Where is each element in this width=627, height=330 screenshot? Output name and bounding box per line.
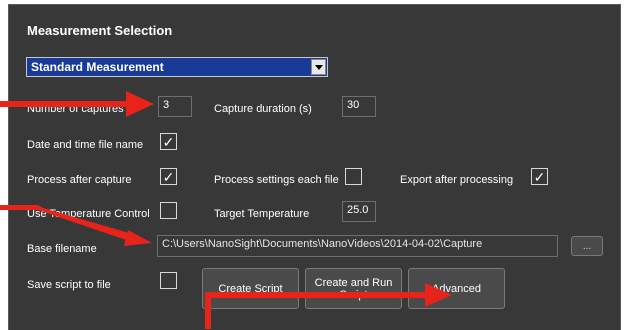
process-after-capture-label: Process after capture — [27, 174, 132, 186]
chevron-down-icon[interactable] — [311, 59, 326, 75]
measurement-select[interactable]: Standard Measurement — [26, 57, 328, 77]
export-after-processing-label: Export after processing — [400, 174, 514, 186]
advanced-button[interactable]: Advanced — [408, 268, 505, 309]
capture-duration-field[interactable]: 30 — [342, 96, 376, 117]
capture-duration-label: Capture duration (s) — [214, 103, 312, 115]
export-after-processing-checkbox[interactable]: ✓ — [531, 168, 548, 185]
process-settings-each-file-label: Process settings each file — [214, 174, 339, 186]
process-settings-each-file-checkbox[interactable] — [345, 168, 362, 185]
target-temperature-label: Target Temperature — [214, 208, 310, 220]
base-filename-field[interactable]: C:\Users\NanoSight\Documents\NanoVideos\… — [157, 235, 558, 257]
date-time-filename-label: Date and time file name — [27, 139, 144, 151]
create-script-button[interactable]: Create Script — [202, 268, 299, 309]
date-time-filename-checkbox[interactable]: ✓ — [160, 133, 177, 150]
base-filename-label: Base filename — [27, 243, 97, 255]
save-script-label: Save script to file — [27, 279, 111, 291]
browse-button[interactable]: ... — [571, 236, 603, 256]
temperature-control-label: Use Temperature Control — [27, 208, 150, 220]
number-of-captures-label: Number of captures — [27, 103, 124, 115]
target-temperature-field[interactable]: 25.0 — [342, 201, 376, 222]
save-script-checkbox[interactable] — [160, 272, 177, 289]
number-of-captures-field[interactable]: 3 — [158, 96, 192, 117]
section-title: Measurement Selection — [27, 23, 173, 38]
temperature-control-checkbox[interactable] — [160, 202, 177, 219]
create-and-run-script-button[interactable]: Create and Run Script — [305, 268, 402, 309]
process-after-capture-checkbox[interactable]: ✓ — [160, 168, 177, 185]
measurement-select-value: Standard Measurement — [31, 60, 164, 74]
